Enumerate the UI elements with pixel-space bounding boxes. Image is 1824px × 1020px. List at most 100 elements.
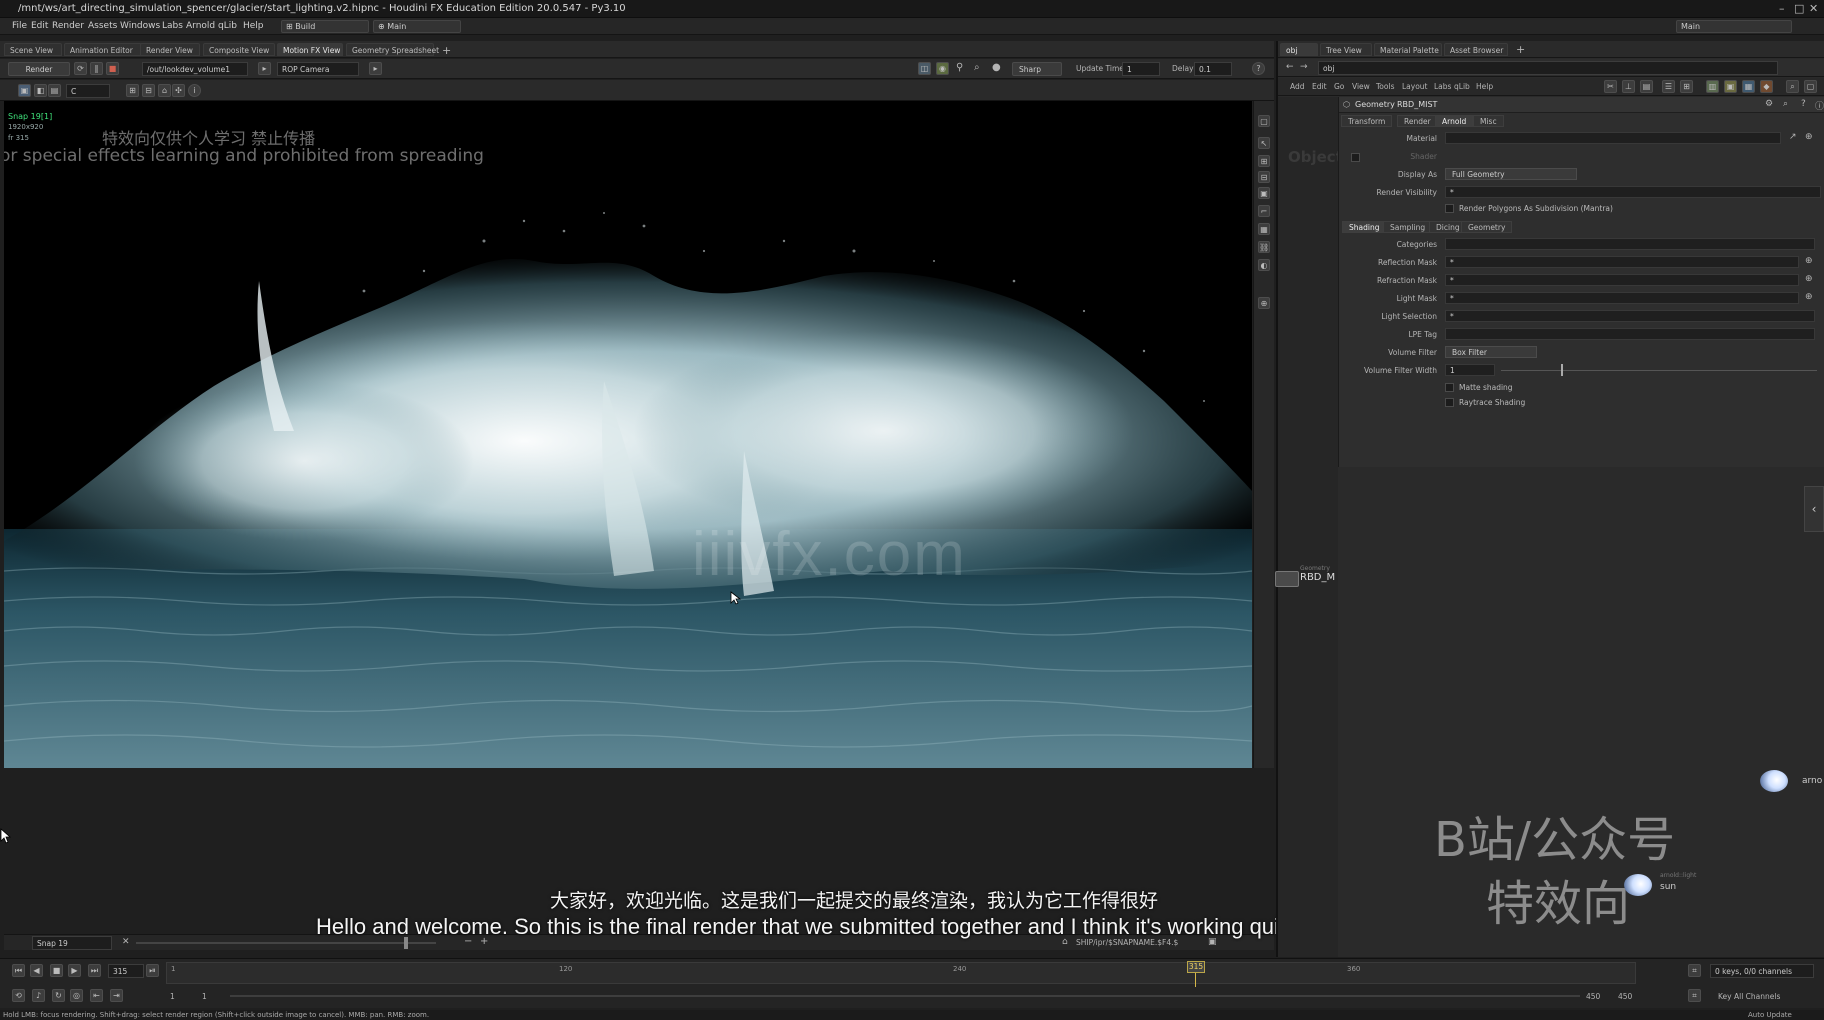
camera-dropdown[interactable]: ROP Camera bbox=[277, 62, 359, 76]
grid-view-icon[interactable]: ⊞ bbox=[1680, 80, 1693, 93]
volume-filter-dropdown[interactable]: Box Filter bbox=[1445, 346, 1537, 358]
subtab-geometry[interactable]: Geometry bbox=[1461, 221, 1513, 233]
region-icon[interactable]: ▦ bbox=[1258, 223, 1270, 235]
shelf-set-dropdown[interactable]: ⊕ Main bbox=[373, 20, 461, 33]
volume-filter-width-field[interactable]: 1 bbox=[1445, 364, 1495, 376]
add-pane-tab-icon[interactable]: + bbox=[1516, 43, 1525, 56]
network-options-icon[interactable]: ▢ bbox=[1804, 80, 1817, 93]
tab-composite-view[interactable]: Composite View bbox=[203, 43, 275, 56]
param-tab-transform[interactable]: Transform bbox=[1341, 115, 1393, 127]
audio-icon[interactable]: ♪ bbox=[32, 989, 45, 1002]
categories-field[interactable] bbox=[1445, 238, 1815, 250]
menu-windows[interactable]: Windows bbox=[120, 21, 160, 31]
render-polys-checkbox[interactable] bbox=[1445, 204, 1454, 213]
arnold-light-label[interactable]: arno bbox=[1802, 776, 1822, 786]
range-end[interactable]: 450 bbox=[1586, 992, 1600, 1001]
render-viewport[interactable]: Snap 19[1] 1920x920 fr 315 特效向仅供个人学习 禁止传… bbox=[4, 101, 1252, 768]
display-as-dropdown[interactable]: Full Geometry bbox=[1445, 168, 1577, 180]
net-menu-qlib[interactable]: qLib bbox=[1454, 82, 1470, 91]
home-icon[interactable]: ⌂ bbox=[158, 84, 171, 97]
preview-icon[interactable]: ◫ bbox=[918, 62, 931, 75]
tab-geometry-spreadsheet[interactable]: Geometry Spreadsheet bbox=[346, 43, 439, 56]
add-tab-icon[interactable]: + bbox=[442, 44, 451, 57]
light-mask-field[interactable]: * bbox=[1445, 292, 1799, 304]
keyframe-prev-icon[interactable]: ⇤ bbox=[90, 989, 103, 1002]
range-start[interactable]: 1 bbox=[170, 992, 175, 1001]
channel-field[interactable]: C bbox=[66, 84, 110, 98]
reflection-mask-chooser-icon[interactable]: ⊕ bbox=[1805, 256, 1813, 266]
refraction-mask-chooser-icon[interactable]: ⊕ bbox=[1805, 274, 1813, 284]
net-menu-help[interactable]: Help bbox=[1476, 82, 1493, 91]
menu-arnold[interactable]: Arnold bbox=[186, 21, 215, 31]
volume-filter-width-slider[interactable] bbox=[1501, 370, 1817, 371]
color-icon[interactable]: ◐ bbox=[1258, 259, 1270, 271]
arnold-light-node-icon[interactable] bbox=[1760, 770, 1788, 792]
tab-motion-fx-view[interactable]: Motion FX View bbox=[277, 43, 343, 56]
stop-playback-icon[interactable]: ■ bbox=[50, 964, 63, 977]
snapshot-slider[interactable] bbox=[136, 942, 436, 944]
sun-light-label[interactable]: sun bbox=[1660, 882, 1676, 892]
key-all-channels[interactable]: Key All Channels bbox=[1718, 992, 1780, 1001]
info-icon[interactable]: i bbox=[188, 84, 201, 97]
timeline-ruler[interactable]: 1 120 240 360 315 bbox=[166, 961, 1636, 987]
help-icon[interactable]: ? bbox=[1252, 62, 1265, 75]
backdrop-icon[interactable]: ▦ bbox=[1742, 80, 1755, 93]
minimize-icon[interactable]: – bbox=[1779, 2, 1785, 15]
menu-qlib[interactable]: qLib bbox=[218, 21, 237, 31]
menu-render[interactable]: Render bbox=[52, 21, 84, 31]
range-end-2[interactable]: 450 bbox=[1618, 992, 1632, 1001]
network-path[interactable]: obj bbox=[1318, 61, 1778, 75]
subtab-sampling[interactable]: Sampling bbox=[1383, 221, 1433, 233]
range-start-2[interactable]: 1 bbox=[202, 992, 207, 1001]
snap-icon[interactable]: ▥ bbox=[1706, 80, 1719, 93]
param-tab-arnold[interactable]: Arnold bbox=[1435, 115, 1474, 127]
shader-checkbox[interactable] bbox=[1351, 153, 1360, 162]
compare-icon[interactable]: ◧ bbox=[34, 84, 47, 97]
menu-file[interactable]: File bbox=[12, 21, 27, 31]
grid-icon[interactable]: ⊞ bbox=[1258, 155, 1270, 167]
display-options-icon[interactable]: ▢ bbox=[1258, 115, 1270, 127]
keys-icon[interactable]: ⌗ bbox=[1688, 964, 1701, 977]
param-gear-icon[interactable]: ⚙ bbox=[1765, 99, 1773, 109]
close-icon[interactable]: ✕ bbox=[1809, 2, 1818, 15]
subtab-shading[interactable]: Shading bbox=[1342, 221, 1387, 233]
net-menu-labs[interactable]: Labs bbox=[1434, 82, 1451, 91]
snapshot-dropdown[interactable]: Snap 19 bbox=[32, 936, 112, 950]
range-slider[interactable] bbox=[230, 995, 1580, 997]
rbd-node[interactable] bbox=[1275, 571, 1299, 587]
tab-render-view[interactable]: Render View bbox=[140, 43, 200, 56]
menu-assets[interactable]: Assets bbox=[88, 21, 117, 31]
tab-scene-view[interactable]: Scene View bbox=[4, 43, 62, 56]
maximize-icon[interactable]: □ bbox=[1794, 2, 1804, 15]
auto-update-icon[interactable]: ◉ bbox=[936, 62, 949, 75]
param-tab-misc[interactable]: Misc bbox=[1473, 115, 1504, 127]
rbd-node-label[interactable]: RBD_M bbox=[1300, 572, 1335, 583]
material-chooser-icon[interactable]: ⊕ bbox=[1805, 132, 1813, 142]
link-icon[interactable]: ⛓ bbox=[1258, 241, 1270, 253]
matte-shading-checkbox[interactable] bbox=[1445, 383, 1454, 392]
pause-icon[interactable]: ‖ bbox=[90, 62, 103, 75]
shading-dropdown[interactable]: Sharp bbox=[1012, 62, 1062, 76]
update-time-field[interactable]: 1 bbox=[1122, 62, 1160, 76]
node-note-icon[interactable]: ▤ bbox=[1640, 80, 1653, 93]
refraction-mask-field[interactable]: * bbox=[1445, 274, 1799, 286]
render-visibility-field[interactable]: * bbox=[1445, 186, 1821, 198]
refresh-icon[interactable]: ⟳ bbox=[74, 62, 87, 75]
sun-light-node-icon[interactable] bbox=[1624, 874, 1652, 896]
current-frame-field[interactable]: 315 bbox=[108, 964, 144, 978]
param-help-icon[interactable]: ? bbox=[1801, 99, 1806, 109]
render-region-icon[interactable]: ● bbox=[992, 62, 1001, 73]
net-menu-go[interactable]: Go bbox=[1334, 82, 1344, 91]
delay-field[interactable]: 0.1 bbox=[1194, 62, 1232, 76]
loop-icon[interactable]: ↻ bbox=[52, 989, 65, 1002]
step-frame-icon[interactable]: ⏯ bbox=[146, 964, 159, 977]
menu-labs[interactable]: Labs bbox=[162, 21, 183, 31]
playhead[interactable]: 315 bbox=[1187, 961, 1205, 973]
volume-filter-width-handle[interactable] bbox=[1561, 364, 1563, 376]
material-field[interactable] bbox=[1445, 132, 1781, 144]
menu-edit[interactable]: Edit bbox=[31, 21, 48, 31]
param-tab-render[interactable]: Render bbox=[1397, 115, 1438, 127]
node-tool-icon[interactable]: ✂ bbox=[1604, 80, 1617, 93]
raytrace-shading-checkbox[interactable] bbox=[1445, 398, 1454, 407]
list-icon[interactable]: ☰ bbox=[1662, 80, 1675, 93]
